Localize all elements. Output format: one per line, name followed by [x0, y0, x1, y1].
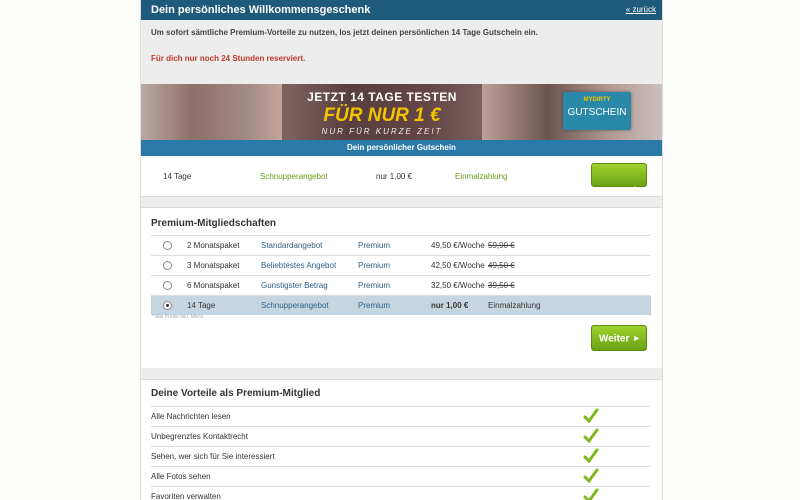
package-price: nur 1,00 € [431, 301, 469, 310]
benefit-item: Sehen, wer sich für Sie interessiert [151, 446, 651, 466]
package-price: 49,50 €/Woche [431, 241, 485, 250]
benefits-title: Deine Vorteile als Premium-Mitglied [151, 388, 321, 399]
voucher-bar: Dein persönlicher Gutschein [141, 140, 662, 156]
panel-header: Dein persönliches Willkommensgeschenk « … [141, 0, 662, 20]
benefit-label: Sehen, wer sich für Sie interessiert [151, 452, 275, 461]
voucher-word: GUTSCHEIN [567, 107, 627, 118]
reserved-notice: Für dich nur noch 24 Stunden reserviert. [151, 54, 306, 63]
package-level: Premium [358, 301, 391, 310]
package-offer: Standardangebot [261, 241, 323, 250]
benefit-item: Alle Nachrichten lesen [151, 406, 651, 426]
intro-text: Um sofort sämtliche Premium-Vorteile zu … [151, 28, 538, 37]
package-name: 6 Monatspaket [187, 281, 240, 290]
package-old-price: 39,50 € [488, 281, 515, 290]
section-divider [141, 197, 662, 208]
memberships-title: Premium-Mitgliedschaften [151, 218, 277, 229]
package-name: 14 Tage [187, 301, 216, 310]
membership-row[interactable]: 6 Monatspaket Gunstigster Betrag Premium… [151, 275, 651, 295]
offer-price: nur 1,00 € [376, 172, 413, 181]
benefit-item: Alle Fotos sehen [151, 466, 651, 486]
check-icon [583, 428, 599, 444]
price-note: * Alle Preise inkl. MwSt [152, 314, 204, 320]
benefit-item: Unbegrenztes Kontaktrecht [151, 426, 651, 446]
voucher-offer-row: 14 Tage Schnupperangebot nur 1,00 € Einm… [141, 156, 662, 197]
promo-line-1: JETZT 14 TAGE TESTEN [307, 90, 457, 104]
voucher-continue-button[interactable]: Weiter ▶ [591, 163, 649, 197]
offer-duration: 14 Tage [163, 172, 192, 181]
memberships-table: 2 Monatspaket Standardangebot Premium 49… [151, 235, 651, 315]
arrow-right-icon: ▶ [634, 336, 639, 342]
package-price: 42,50 €/Woche [431, 261, 485, 270]
membership-continue-button[interactable]: Weiter ▶ [591, 325, 647, 351]
check-icon [583, 468, 599, 484]
membership-row[interactable]: 3 Monatspaket Beliebtestes Angebot Premi… [151, 255, 651, 275]
benefit-label: Favoriten verwalten [151, 492, 221, 500]
section-divider [141, 368, 662, 380]
benefits-section: Deine Vorteile als Premium-Mitglied Alle… [141, 380, 662, 500]
radio-button[interactable] [163, 241, 172, 250]
package-name: 2 Monatspaket [187, 241, 240, 250]
benefit-label: Unbegrenztes Kontaktrecht [151, 432, 248, 441]
promo-line-3: NUR FÜR KURZE ZEIT [321, 127, 443, 136]
benefit-item: Favoriten verwalten [151, 486, 651, 500]
benefit-label: Alle Nachrichten lesen [151, 412, 231, 421]
check-icon [583, 488, 599, 500]
radio-button-checked[interactable] [163, 301, 172, 310]
voucher-card-image: MYDIRTY GUTSCHEIN [563, 92, 631, 130]
radio-button[interactable] [163, 261, 172, 270]
benefit-label: Alle Fotos sehen [151, 472, 211, 481]
package-offer: Schnupperangebot [261, 301, 329, 310]
check-icon [583, 408, 599, 424]
package-offer: Beliebtestes Angebot [261, 261, 337, 270]
promo-banner: JETZT 14 TAGE TESTEN FÜR NUR 1 € NUR FÜR… [141, 84, 662, 140]
voucher-brand-logo: MYDIRTY [583, 97, 611, 103]
membership-row-selected[interactable]: 14 Tage Schnupperangebot Premium nur 1,0… [151, 295, 651, 315]
package-level: Premium [358, 261, 391, 270]
promo-line-2: FÜR NUR 1 € [323, 105, 441, 126]
package-payment: Einmalzahlung [488, 301, 541, 310]
package-level: Premium [358, 281, 391, 290]
benefits-list: Alle Nachrichten lesen Unbegrenztes Kont… [151, 406, 651, 500]
package-price: 32,50 €/Woche [431, 281, 485, 290]
gift-panel: Dein persönliches Willkommensgeschenk « … [140, 0, 663, 500]
package-old-price: 59,90 € [488, 241, 515, 250]
membership-continue-label: Weiter [598, 333, 630, 345]
package-old-price: 49,50 € [488, 261, 515, 270]
arrow-right-icon: ▶ [624, 189, 629, 195]
memberships-section: Premium-Mitgliedschaften 2 Monatspaket S… [141, 208, 662, 368]
offer-payment: Einmalzahlung [455, 172, 508, 181]
panel-title: Dein persönliches Willkommensgeschenk [151, 4, 371, 16]
intro-section: Um sofort sämtliche Premium-Vorteile zu … [141, 20, 662, 84]
membership-row[interactable]: 2 Monatspaket Standardangebot Premium 49… [151, 235, 651, 255]
package-name: 3 Monatspaket [187, 261, 240, 270]
back-link[interactable]: « zurück [626, 0, 656, 20]
radio-button[interactable] [163, 281, 172, 290]
offer-type: Schnupperangebot [260, 172, 328, 181]
check-icon [583, 448, 599, 464]
package-offer: Gunstigster Betrag [261, 281, 328, 290]
package-level: Premium [358, 241, 391, 250]
promo-box: JETZT 14 TAGE TESTEN FÜR NUR 1 € NUR FÜR… [282, 84, 482, 140]
